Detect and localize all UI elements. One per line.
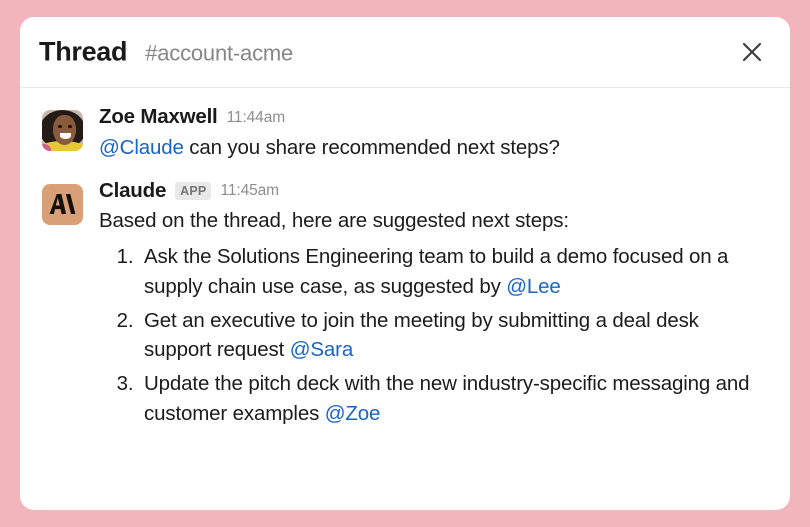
- list-item: Update the pitch deck with the new indus…: [139, 369, 768, 428]
- message-author[interactable]: Zoe Maxwell: [99, 106, 218, 128]
- list-item: Ask the Solutions Engineering team to bu…: [139, 242, 768, 301]
- avatar-face: [53, 115, 76, 145]
- message-timestamp[interactable]: 11:45am: [220, 183, 279, 199]
- message-author[interactable]: Claude: [99, 180, 166, 202]
- next-steps-list: Ask the Solutions Engineering team to bu…: [99, 242, 768, 428]
- message-text-rest: can you share recommended next steps?: [183, 135, 560, 159]
- list-item-text: Update the pitch deck with the new indus…: [144, 372, 750, 425]
- mention-link[interactable]: @Sara: [290, 338, 354, 361]
- message-body: Claude APP 11:45am Based on the thread, …: [99, 180, 768, 433]
- close-button[interactable]: [732, 32, 772, 72]
- page-title: Thread: [39, 36, 128, 67]
- avatar[interactable]: [42, 110, 83, 151]
- message-item: Claude APP 11:45am Based on the thread, …: [20, 180, 790, 433]
- avatar-eye-left: [58, 125, 62, 128]
- message-text: @Claude can you share recommended next s…: [99, 133, 768, 162]
- message-body: Zoe Maxwell 11:44am @Claude can you shar…: [99, 106, 768, 162]
- avatar[interactable]: [42, 183, 83, 225]
- anthropic-logo-icon: [49, 192, 76, 216]
- message-intro-text: Based on the thread, here are suggested …: [99, 209, 569, 233]
- message-item: Zoe Maxwell 11:44am @Claude can you shar…: [20, 106, 790, 162]
- list-item-text: Ask the Solutions Engineering team to bu…: [144, 245, 729, 298]
- mention-link[interactable]: @Zoe: [325, 402, 381, 425]
- thread-header: Thread #account-acme: [20, 17, 790, 88]
- avatar-eye-right: [68, 125, 72, 128]
- channel-name[interactable]: #account-acme: [145, 41, 293, 67]
- list-item: Get an executive to join the meeting by …: [139, 306, 768, 365]
- close-icon: [740, 40, 764, 64]
- mention-link[interactable]: @Claude: [99, 136, 184, 159]
- message-meta: Zoe Maxwell 11:44am: [99, 106, 768, 128]
- thread-panel: Thread #account-acme Zoe Maxwell 11:44am…: [20, 17, 790, 510]
- message-meta: Claude APP 11:45am: [99, 180, 768, 202]
- message-timestamp[interactable]: 11:44am: [227, 109, 286, 126]
- message-list: Zoe Maxwell 11:44am @Claude can you shar…: [20, 88, 790, 433]
- avatar-smile: [60, 133, 71, 139]
- list-item-text: Get an executive to join the meeting by …: [144, 308, 699, 362]
- header-titles: Thread #account-acme: [39, 37, 293, 68]
- app-badge: APP: [175, 182, 212, 200]
- mention-link[interactable]: @Lee: [506, 275, 561, 298]
